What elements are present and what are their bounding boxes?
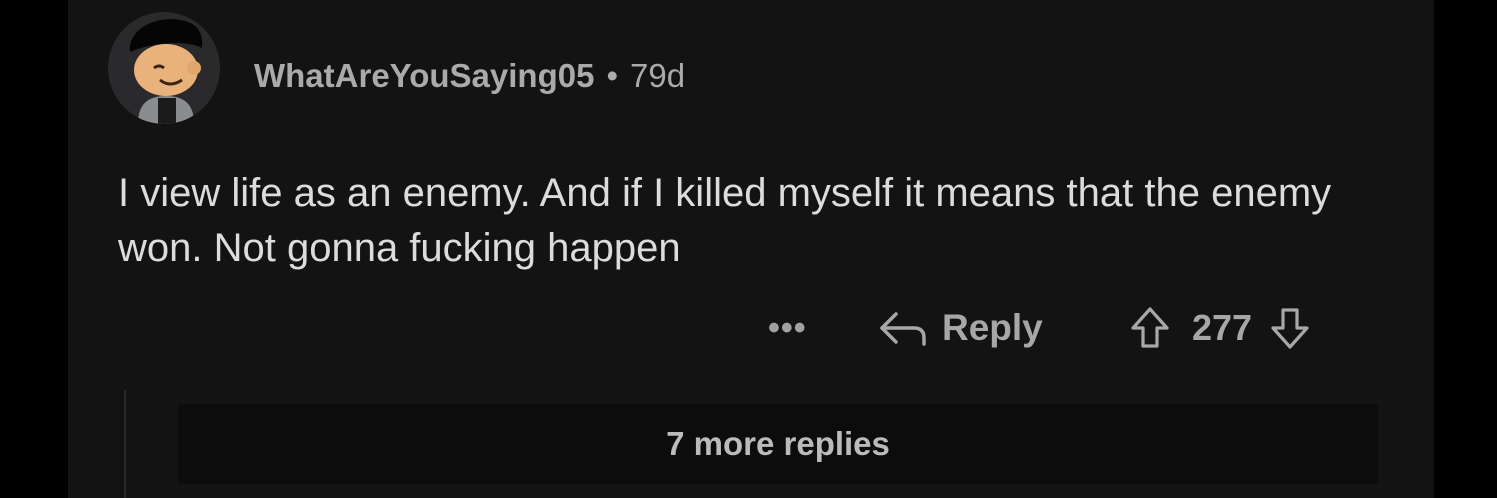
comment-body: I view life as an enemy. And if I killed… <box>118 171 1332 270</box>
avatar[interactable] <box>108 12 220 124</box>
comment-age: 79d <box>630 57 686 94</box>
vote-score: 277 <box>1192 307 1253 348</box>
upvote-icon[interactable] <box>1130 306 1170 350</box>
more-replies-button[interactable]: 7 more replies <box>178 404 1378 484</box>
more-icon: ••• <box>768 308 807 347</box>
more-options-button[interactable]: ••• <box>768 308 807 348</box>
comment-card: WhatAreYouSaying05 • 79d I view life as … <box>68 0 1434 498</box>
avatar-image <box>129 19 203 124</box>
more-replies-label: 7 more replies <box>666 425 890 462</box>
downvote-icon[interactable] <box>1270 306 1310 350</box>
author-name[interactable]: WhatAreYouSaying05 <box>254 57 594 95</box>
meta-separator: • <box>606 57 619 94</box>
comment-actions: ••• Reply 277 <box>68 300 1434 356</box>
vote-controls: 277 <box>1130 304 1310 352</box>
comment-meta: WhatAreYouSaying05 • 79d <box>254 54 685 98</box>
thread-line[interactable] <box>124 390 126 498</box>
reply-button[interactable]: Reply <box>876 304 1043 352</box>
reply-label: Reply <box>942 307 1043 348</box>
reply-arrow-icon <box>880 312 926 346</box>
